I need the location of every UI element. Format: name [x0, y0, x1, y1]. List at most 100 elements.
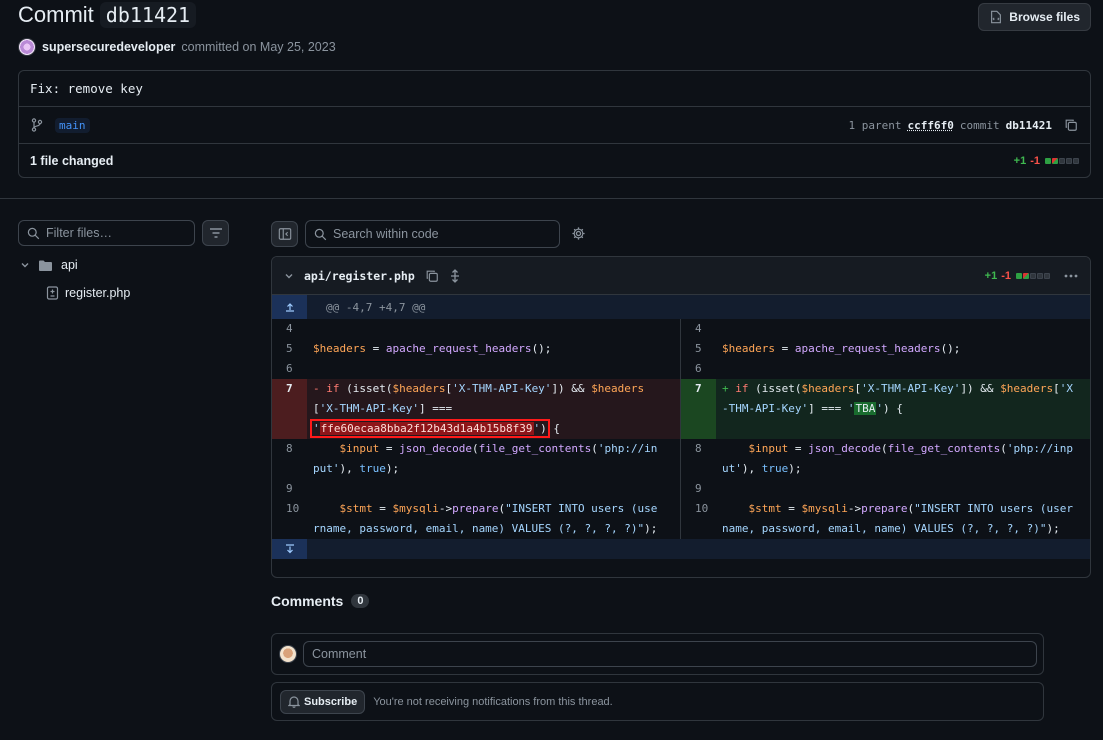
diff-line: 9 [272, 479, 680, 499]
author-link[interactable]: supersecuredeveloper [42, 40, 175, 54]
parent-sha-link[interactable]: ccff6f0 [908, 119, 954, 132]
line-number[interactable]: 6 [681, 359, 716, 379]
title-label: Commit [18, 2, 94, 27]
commit-author-row: supersecuredeveloper committed on May 25… [18, 38, 336, 56]
line-number[interactable]: 4 [272, 319, 307, 339]
files-changed-label: 1 file changed [30, 153, 114, 168]
line-number[interactable]: 7 [681, 379, 716, 439]
title-sha: db11421 [99, 2, 197, 28]
line-number[interactable]: 7 [272, 379, 307, 439]
search-within-code-placeholder: Search within code [333, 227, 439, 241]
parent-info: 1 parent ccff6f0 commit db11421 [849, 118, 1078, 132]
filter-files-input[interactable]: Filter files… [18, 220, 195, 246]
toggle-file-tree-button[interactable] [271, 221, 298, 247]
line-number[interactable]: 5 [681, 339, 716, 359]
line-number[interactable]: 8 [681, 439, 716, 479]
code-line: $headers = apache_request_headers(); [313, 342, 552, 355]
bell-icon [288, 695, 300, 708]
line-number[interactable]: 10 [681, 499, 716, 539]
line-number[interactable]: 4 [681, 319, 716, 339]
commit-sha: db11421 [1005, 118, 1052, 132]
highlighted-removed-key: 'ffe60ecaa8bba2f12b43d1a4b15b8f39') [310, 419, 550, 438]
subscribe-button[interactable]: Subscribe [280, 689, 366, 714]
diff-line: 5 $headers = apache_request_headers(); [681, 339, 1090, 359]
gear-icon[interactable] [571, 226, 586, 241]
comment-composer: Comment [271, 633, 1044, 675]
line-number[interactable]: 9 [681, 479, 716, 499]
code-line: - if (isset($headers['X-THM-API-Key']) &… [310, 382, 645, 438]
removed-api-key: ffe60ecaa8bba2f12b43d1a4b15b8f39 [319, 422, 534, 435]
diff-line: 8 $input = json_decode(file_get_contents… [681, 439, 1090, 479]
line-number[interactable]: 10 [272, 499, 307, 539]
code-line: $headers = apache_request_headers(); [722, 342, 961, 355]
notification-status: You're not receiving notifications from … [373, 695, 613, 708]
file-deletions: -1 [1001, 269, 1011, 282]
subscribe-label: Subscribe [304, 695, 358, 708]
file-diffstat: +1 -1 [985, 270, 1078, 282]
commit-summary-box: Fix: remove key main 1 parent ccff6f0 co… [18, 70, 1091, 178]
page-title: Commit db11421 [18, 2, 197, 28]
diff-file-name[interactable]: api/register.php [304, 269, 415, 283]
line-number[interactable]: 6 [272, 359, 307, 379]
filter-files-placeholder: Filter files… [46, 226, 112, 240]
branch-badge[interactable]: main [55, 117, 90, 133]
expand-up-icon[interactable] [272, 295, 307, 319]
avatar[interactable] [18, 38, 36, 56]
commit-diffstat: +1 -1 [1014, 155, 1079, 167]
search-icon [27, 227, 40, 240]
code-line: $stmt = $mysqli->prepare("INSERT INTO us… [313, 502, 658, 535]
deletions-count: -1 [1030, 154, 1040, 167]
diff-right-side: 4 5 $headers = apache_request_headers(); … [681, 319, 1090, 539]
added-line: 7 + if (isset($headers['X-THM-API-Key']) … [681, 379, 1090, 439]
comment-input[interactable]: Comment [303, 641, 1037, 667]
tree-folder-api[interactable]: api [20, 258, 78, 272]
diff-line: 9 [681, 479, 1090, 499]
browse-files-button[interactable]: Browse files [978, 3, 1091, 31]
code-line: $input = json_decode(file_get_contents('… [722, 442, 1074, 475]
commit-message: Fix: remove key [19, 71, 1090, 107]
split-diff: 4 5 $headers = apache_request_headers(); … [272, 319, 1090, 539]
line-number[interactable]: 9 [272, 479, 307, 499]
file-diff-icon [46, 286, 59, 300]
filter-options-button[interactable] [202, 220, 229, 246]
comments-title: Comments [271, 593, 344, 609]
line-number[interactable]: 5 [272, 339, 307, 359]
diff-line: 10 $stmt = $mysqli->prepare("INSERT INTO… [681, 499, 1090, 539]
copy-icon[interactable] [425, 269, 439, 283]
avatar [279, 645, 297, 663]
code-line: $stmt = $mysqli->prepare("INSERT INTO us… [722, 502, 1074, 535]
file-diff-panel: api/register.php +1 -1 @@ -4,7 +4,7 @@ 4… [271, 256, 1091, 578]
search-icon [314, 228, 327, 241]
diff-line: 6 [681, 359, 1090, 379]
code-line: $input = json_decode(file_get_contents('… [313, 442, 658, 475]
comments-header: Comments 0 [271, 593, 370, 609]
code-line: + if (isset($headers['X-THM-API-Key']) &… [722, 382, 1074, 415]
diff-line: 6 [272, 359, 680, 379]
hunk-header: @@ -4,7 +4,7 @@ [272, 295, 1090, 319]
search-within-code-input[interactable]: Search within code [305, 220, 560, 248]
commit-label: commit [959, 118, 1000, 132]
hunk-footer [272, 539, 1090, 559]
copy-icon[interactable] [1064, 118, 1078, 132]
hunk-range: @@ -4,7 +4,7 @@ [326, 300, 426, 314]
expand-down-icon[interactable] [272, 539, 307, 559]
files-changed-row: 1 file changed +1 -1 [19, 144, 1090, 177]
tree-file-register[interactable]: register.php [46, 286, 130, 300]
folder-icon [38, 259, 53, 272]
kebab-menu-icon[interactable] [1064, 274, 1078, 278]
file-label: register.php [65, 286, 131, 300]
chevron-down-icon[interactable] [284, 271, 294, 281]
line-number[interactable]: 8 [272, 439, 307, 479]
comments-count: 0 [351, 594, 370, 608]
added-value: TBA [854, 402, 877, 415]
additions-count: +1 [1013, 154, 1027, 167]
subscription-box: Subscribe You're not receiving notificat… [271, 682, 1044, 721]
expand-all-icon[interactable] [449, 268, 461, 283]
browse-files-label: Browse files [1009, 10, 1080, 24]
diffstat-bar [1015, 270, 1050, 282]
